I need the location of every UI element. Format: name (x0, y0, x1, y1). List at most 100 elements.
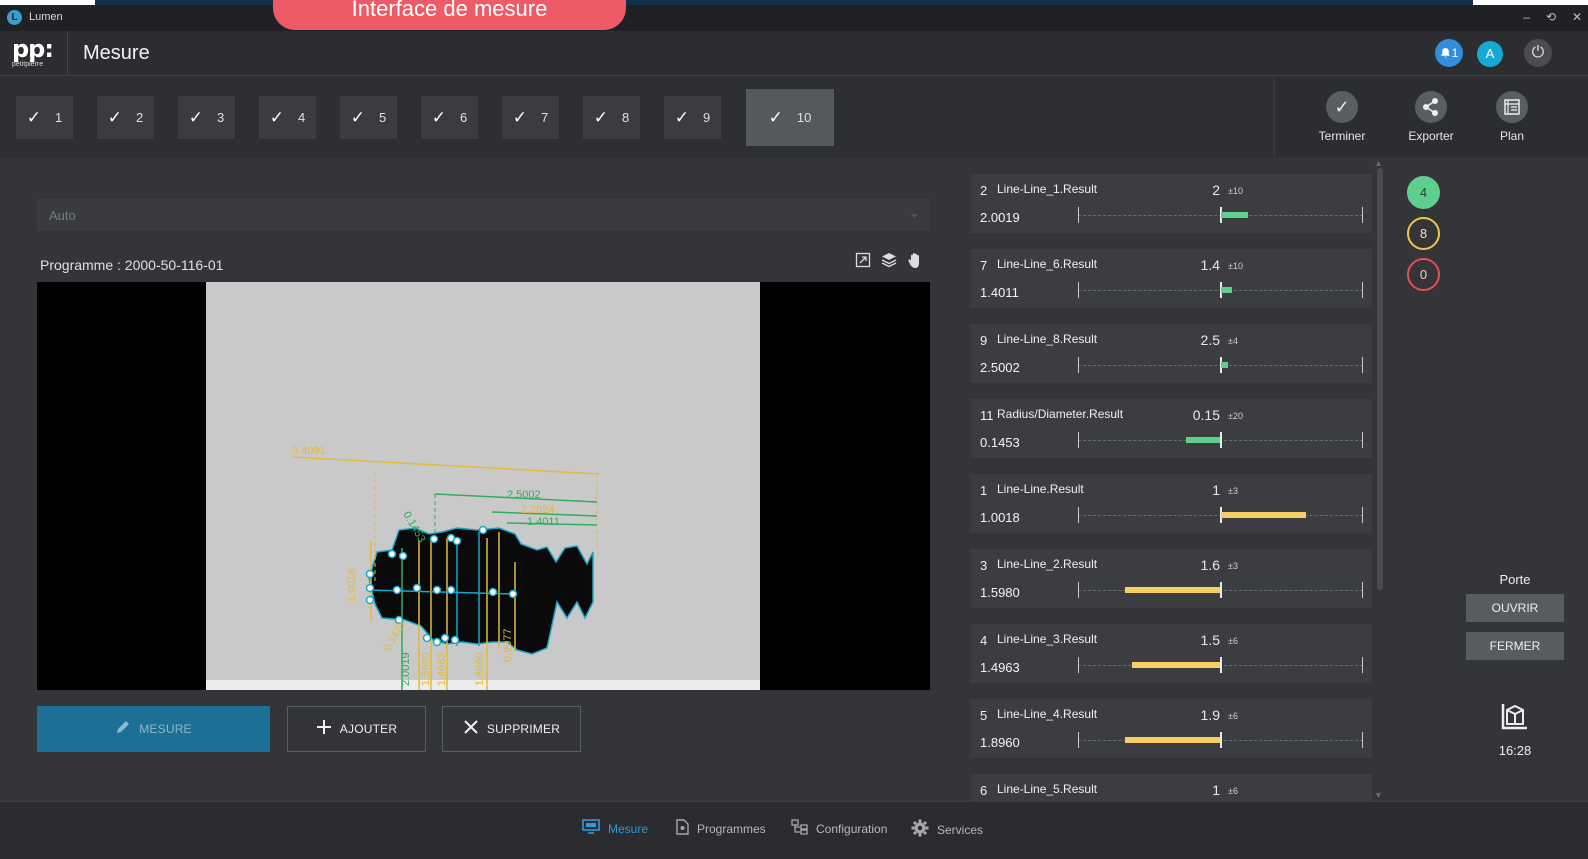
door-close-button[interactable]: FERMER (1466, 632, 1564, 660)
result-index: 11 (980, 408, 994, 423)
gauge-min-tick (1078, 282, 1079, 298)
export-button[interactable]: Exporter (1396, 91, 1466, 143)
result-row[interactable]: 6 Line-Line_5.Result 1 ±6 (970, 774, 1372, 801)
tolerance-gauge (1078, 506, 1363, 524)
dimension-label: 3.4091 (292, 445, 326, 457)
result-row[interactable]: 1 Line-Line.Result 1 ±3 1.0018 (970, 474, 1372, 533)
result-measured-value: 2.0019 (980, 210, 1020, 225)
nav-services[interactable]: Services (911, 819, 983, 841)
step-bar: ✓ 1 ✓ 2 ✓ 3 ✓ 4 ✓ 5 ✓ 6 ✓ 7 ✓ 8 ✓ 9 ✓ 10 ✓ Termine… (0, 77, 1588, 157)
result-tolerance: ±10 (1228, 186, 1243, 196)
restore-icon[interactable]: ⟲ (1546, 10, 1556, 24)
export-image-icon[interactable] (855, 252, 871, 268)
power-icon[interactable]: ⏻ (1524, 39, 1552, 67)
dimension-label: 1.4963 (436, 652, 448, 686)
finish-button[interactable]: ✓ Terminer (1307, 91, 1377, 143)
app-header: pp: petitpierre Mesure 1 A ⏻ (0, 31, 1588, 76)
gauge-max-tick (1362, 357, 1363, 373)
result-row[interactable]: 7 Line-Line_6.Result 1.4 ±10 1.4011 (970, 249, 1372, 308)
mode-select[interactable]: Auto ⌄ (37, 199, 930, 231)
program-label: Programme : 2000-50-116-01 (40, 257, 224, 273)
results-list[interactable]: 2 Line-Line_1.Result 2 ±10 2.0019 7 Line-Line_… (970, 174, 1374, 801)
plan-button[interactable]: Plan (1477, 91, 1547, 143)
step-5[interactable]: ✓ 5 (340, 96, 397, 139)
result-name: Line-Line_2.Result (997, 557, 1098, 571)
check-icon: ✓ (593, 107, 608, 127)
bell-icon (1440, 48, 1450, 58)
close-icon[interactable]: ✕ (1572, 10, 1582, 24)
result-index: 5 (980, 708, 988, 723)
title-bar-strip (0, 0, 95, 5)
nav-measure[interactable]: Mesure (582, 819, 648, 838)
minimize-icon[interactable]: – (1523, 10, 1530, 24)
layers-icon[interactable] (881, 252, 897, 268)
plan-label: Plan (1499, 129, 1525, 143)
close-icon (463, 719, 479, 739)
chevron-down-icon: ⌄ (909, 205, 920, 220)
actions-panel: ✓ Terminer Exporter Plan (1274, 77, 1588, 157)
error-count-badge: 0 (1407, 258, 1440, 291)
step-10[interactable]: ✓ 10 (746, 89, 834, 146)
step-2[interactable]: ✓ 2 (97, 96, 154, 139)
notifications-button[interactable]: 1 (1435, 39, 1463, 67)
result-name: Line-Line_1.Result (997, 182, 1098, 196)
gauge-max-tick (1362, 732, 1363, 748)
hand-pan-icon[interactable] (907, 252, 923, 269)
gauge-min-tick (1078, 657, 1079, 673)
measure-button[interactable]: MESURE (37, 706, 270, 752)
result-index: 6 (980, 783, 988, 798)
result-row[interactable]: 4 Line-Line_3.Result 1.5 ±6 1.4963 (970, 624, 1372, 683)
step-7[interactable]: ✓ 7 (502, 96, 559, 139)
nav-configuration[interactable]: Configuration (791, 819, 887, 839)
step-label: 8 (622, 110, 630, 125)
result-measured-value: 0.1453 (980, 435, 1020, 450)
result-row[interactable]: 5 Line-Line_4.Result 1.9 ±6 1.8960 (970, 699, 1372, 758)
tolerance-gauge (1078, 656, 1363, 674)
result-name: Line-Line_8.Result (997, 332, 1098, 346)
brand-mark: pp: (12, 35, 54, 63)
user-avatar[interactable]: A (1477, 41, 1503, 67)
main-content: Auto ⌄ Programme : 2000-50-116-01 3.4091… (0, 158, 1588, 801)
delete-button[interactable]: SUPPRIMER (442, 706, 581, 752)
step-8[interactable]: ✓ 8 (583, 96, 640, 139)
dimension-label: 1.0018 (346, 568, 358, 602)
scroll-down-icon[interactable]: ▼ (1374, 790, 1383, 800)
result-row[interactable]: 2 Line-Line_1.Result 2 ±10 2.0019 (970, 174, 1372, 233)
result-row[interactable]: 3 Line-Line_2.Result 1.6 ±3 1.5980 (970, 549, 1372, 608)
check-icon: ✓ (431, 107, 446, 127)
nav-measure-label: Mesure (608, 821, 649, 836)
step-3[interactable]: ✓ 3 (178, 96, 235, 139)
step-1[interactable]: ✓ 1 (16, 96, 73, 139)
step-label: 1 (55, 110, 63, 125)
result-tolerance: ±3 (1228, 561, 1238, 571)
result-name: Line-Line.Result (997, 482, 1084, 496)
result-row[interactable]: 9 Line-Line_8.Result 2.5 ±4 2.5002 (970, 324, 1372, 383)
door-label: Porte (1499, 572, 1531, 587)
step-6[interactable]: ✓ 6 (421, 96, 478, 139)
result-index: 3 (980, 558, 988, 573)
document-icon (676, 819, 689, 839)
result-row[interactable]: 11 Radius/Diameter.Result 0.15 ±20 0.1453 (970, 399, 1372, 458)
add-button[interactable]: AJOUTER (287, 706, 426, 752)
door-open-button[interactable]: OUVRIR (1466, 594, 1564, 622)
camera-viewer[interactable]: 3.4091 2.5002 2.2024 1.4011 1.0018 0.145… (37, 282, 930, 690)
check-icon: ✓ (107, 107, 122, 127)
results-scrollbar[interactable] (1377, 168, 1383, 590)
share-icon (1415, 91, 1447, 123)
hierarchy-icon (791, 819, 808, 839)
monitor-icon (582, 819, 600, 838)
check-circle-icon: ✓ (1326, 91, 1358, 123)
gauge-min-tick (1078, 432, 1079, 448)
step-9[interactable]: ✓ 9 (664, 96, 721, 139)
dimension-label: 1.5980 (420, 652, 432, 686)
check-icon: ✓ (188, 107, 203, 127)
gauge-nominal-tick (1220, 432, 1222, 448)
share-glyph (1423, 98, 1438, 116)
scroll-up-icon[interactable]: ▲ (1374, 158, 1383, 168)
step-4[interactable]: ✓ 4 (259, 96, 316, 139)
nav-programs[interactable]: Programmes (676, 819, 766, 839)
step-label: 10 (796, 110, 812, 125)
gauge-nominal-tick (1220, 582, 1222, 598)
dimension-label: 1.4011 (527, 516, 560, 528)
dimension-label: 0.9977 (502, 628, 514, 662)
